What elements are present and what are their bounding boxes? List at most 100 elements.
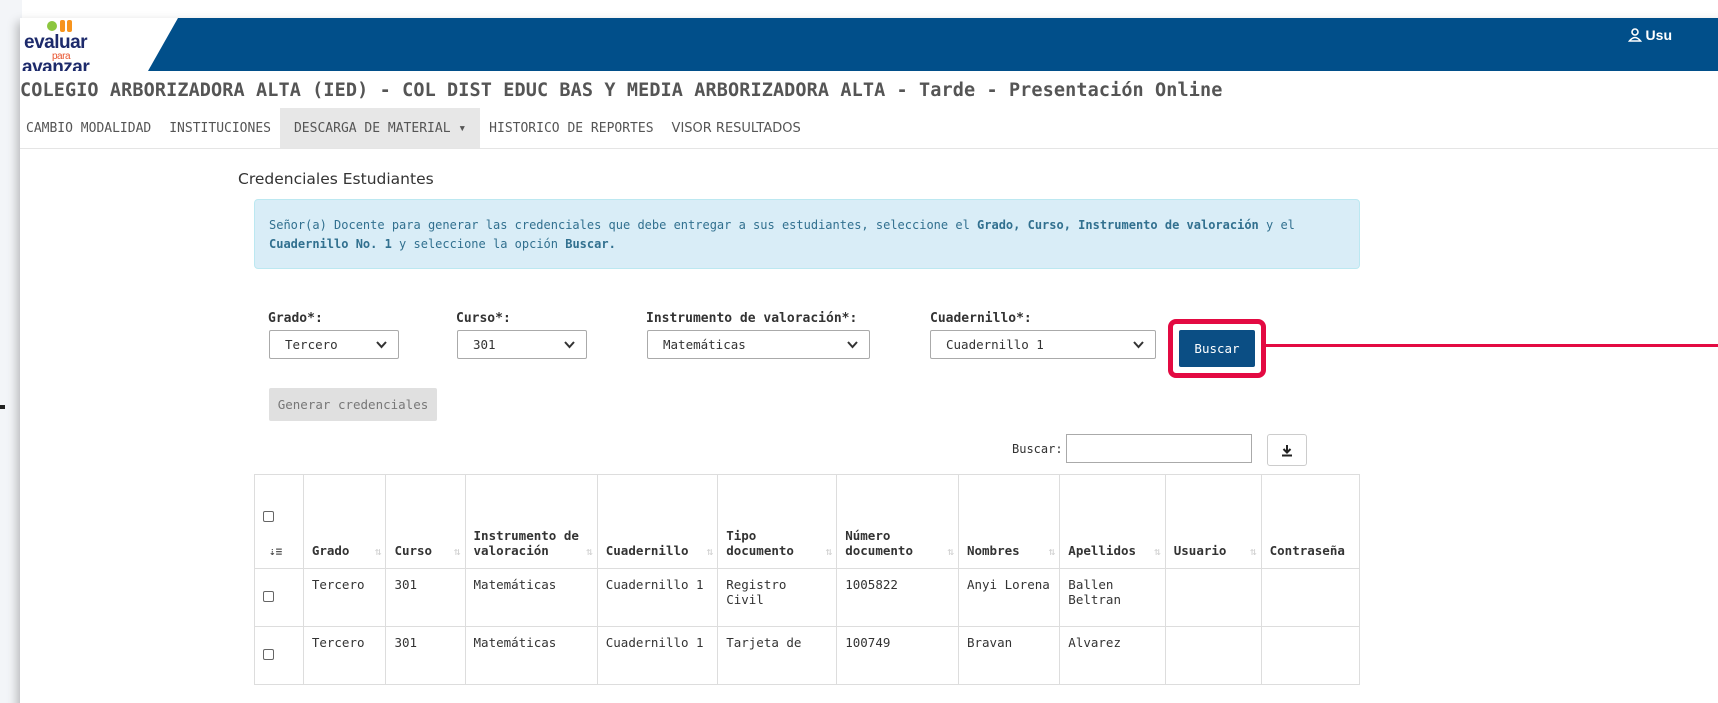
top-bar: evaluar para avanzar Usu — [20, 18, 1718, 71]
sort-icon: ⇅ — [706, 545, 714, 558]
column-header-curso[interactable]: Curso ⇅ — [385, 474, 466, 569]
column-header-instrumento[interactable]: Instrumento de valoración ⇅ — [464, 474, 598, 569]
table-cell: Anyi Lorena — [957, 568, 1061, 627]
chevron-down-icon — [564, 341, 575, 349]
column-header-label: Apellidos — [1068, 543, 1137, 558]
table-cell: Cuadernillo 1 — [596, 568, 719, 627]
table-cell: Tarjeta de — [717, 626, 838, 685]
cuadernillo-value: Cuadernillo 1 — [946, 337, 1044, 352]
column-header-cuadernillo[interactable]: Cuadernillo ⇅ — [596, 474, 719, 569]
chevron-down-icon — [376, 341, 387, 349]
backdrop-mark — [0, 405, 5, 409]
table-header-row: ⇣≡ Grado ⇅ Curso ⇅ Instrumento de valoraci… — [254, 474, 1360, 569]
row-select-cell[interactable] — [254, 626, 304, 685]
instrumento-select[interactable]: Matemáticas — [647, 330, 870, 359]
column-header-label: Tipo documento — [726, 528, 794, 558]
table-cell: Tercero — [302, 568, 387, 627]
column-header-label: Grado — [311, 543, 350, 558]
table-cell: 1005822 — [836, 568, 959, 627]
info-bold-cuadernillo: Cuadernillo No. 1 — [269, 237, 392, 251]
user-menu[interactable]: Usu — [1627, 27, 1672, 43]
table-cell: Registro Civil — [717, 568, 838, 627]
grado-select[interactable]: Tercero — [269, 330, 399, 359]
chevron-down-icon — [1133, 341, 1144, 349]
table-search-input[interactable] — [1066, 434, 1252, 463]
table-row: Tercero 301 Matemáticas Cuadernillo 1 Ta… — [254, 626, 1360, 685]
students-table-container: ⇣≡ Grado ⇅ Curso ⇅ Instrumento de valoraci… — [254, 474, 1360, 703]
generar-credenciales-button[interactable]: Generar credenciales — [269, 388, 437, 421]
info-alert: Señor(a) Docente para generar las creden… — [254, 199, 1360, 269]
column-header-label: Contraseña — [1269, 543, 1345, 558]
table-cell — [1260, 626, 1360, 685]
column-header-contrasena[interactable]: Contraseña — [1260, 474, 1360, 569]
grado-value: Tercero — [285, 337, 338, 352]
row-checkbox[interactable] — [263, 591, 274, 602]
curso-select[interactable]: 301 — [457, 330, 587, 359]
table-cell: 301 — [385, 568, 466, 627]
column-header-label: Número documento — [845, 528, 913, 558]
page-title: Credenciales Estudiantes — [238, 170, 434, 188]
column-header-grado[interactable]: Grado ⇅ — [302, 474, 387, 569]
row-select-cell[interactable] — [254, 568, 304, 627]
user-icon — [1627, 28, 1642, 42]
nav-cambio-modalidad[interactable]: CAMBIO MODALIDAD — [20, 108, 160, 148]
column-header-apellidos[interactable]: Apellidos ⇅ — [1059, 474, 1166, 569]
logo-area[interactable]: evaluar para avanzar — [20, 18, 178, 71]
table-cell — [1260, 568, 1360, 627]
column-header-label: Usuario — [1173, 543, 1227, 558]
column-header-label: Curso — [394, 543, 433, 558]
instrumento-label: Instrumento de valoración*: — [646, 311, 858, 326]
instrumento-value: Matemáticas — [663, 337, 746, 352]
sort-icon: ⇅ — [825, 545, 833, 558]
sort-icon: ⇅ — [1048, 545, 1056, 558]
sort-icon: ⇅ — [586, 545, 593, 558]
chevron-down-icon — [847, 341, 858, 349]
table-cell: Tercero — [302, 626, 387, 685]
table-cell: Bravan — [957, 626, 1061, 685]
select-all-checkbox[interactable] — [263, 511, 274, 522]
nav-instituciones[interactable]: INSTITUCIONES — [160, 108, 280, 148]
browser-page: evaluar para avanzar Usu COLEGIO ARBORIZ… — [20, 18, 1718, 703]
screenshot-stage: evaluar para avanzar Usu COLEGIO ARBORIZ… — [0, 0, 1718, 703]
cuadernillo-select[interactable]: Cuadernillo 1 — [930, 330, 1156, 359]
students-table: ⇣≡ Grado ⇅ Curso ⇅ Instrumento de valoraci… — [254, 474, 1360, 685]
info-bold-fields: Grado, Curso, Instrumento de valoración — [977, 218, 1259, 232]
sort-icon: ⇅ — [1154, 545, 1161, 558]
table-cell — [1164, 626, 1262, 685]
column-header-usuario[interactable]: Usuario ⇅ — [1164, 474, 1262, 569]
curso-label: Curso*: — [456, 311, 511, 326]
row-checkbox[interactable] — [263, 649, 274, 660]
select-all-header[interactable]: ⇣≡ — [254, 474, 304, 569]
table-cell — [1164, 568, 1262, 627]
column-header-label: Nombres — [966, 543, 1020, 558]
download-button[interactable] — [1267, 434, 1307, 466]
info-text: y seleccione la opción — [391, 237, 566, 251]
nav-visor-resultados[interactable]: VISOR RESULTADOS — [663, 108, 810, 148]
cuadernillo-label: Cuadernillo*: — [930, 311, 1032, 326]
nav-divider — [20, 148, 1718, 149]
grado-label: Grado*: — [268, 311, 323, 326]
nav-descarga-material[interactable]: DESCARGA DE MATERIAL ▾ — [279, 108, 481, 148]
info-text: Señor(a) Docente para generar las creden… — [269, 218, 978, 232]
column-header-tipo-documento[interactable]: Tipo documento ⇅ — [717, 474, 838, 569]
download-icon — [1282, 444, 1292, 456]
table-cell: 100749 — [836, 626, 959, 685]
annotation-pointer-line — [1266, 344, 1718, 347]
column-header-label: Instrumento de valoración — [473, 528, 579, 558]
curso-value: 301 — [473, 337, 496, 352]
logo-text-avanzar: avanzar — [22, 57, 90, 78]
buscar-highlight-box — [1168, 319, 1266, 378]
evaluar-para-avanzar-logo[interactable]: evaluar para avanzar — [22, 20, 142, 71]
sort-icon: ⇅ — [374, 545, 382, 558]
info-bold-buscar: Buscar. — [565, 237, 616, 251]
nav-historico-reportes[interactable]: HISTORICO DE REPORTES — [480, 108, 662, 148]
sort-icon: ⇅ — [453, 545, 461, 558]
user-label: Usu — [1645, 27, 1672, 43]
sort-desc-icon: ⇣≡ — [269, 545, 283, 558]
table-cell: Matemáticas — [464, 626, 598, 685]
column-header-numero-documento[interactable]: Número documento ⇅ — [836, 474, 959, 569]
column-header-nombres[interactable]: Nombres ⇅ — [957, 474, 1061, 569]
table-cell: Matemáticas — [464, 568, 598, 627]
table-cell: Ballen Beltran — [1059, 568, 1166, 627]
table-cell: Cuadernillo 1 — [596, 626, 719, 685]
